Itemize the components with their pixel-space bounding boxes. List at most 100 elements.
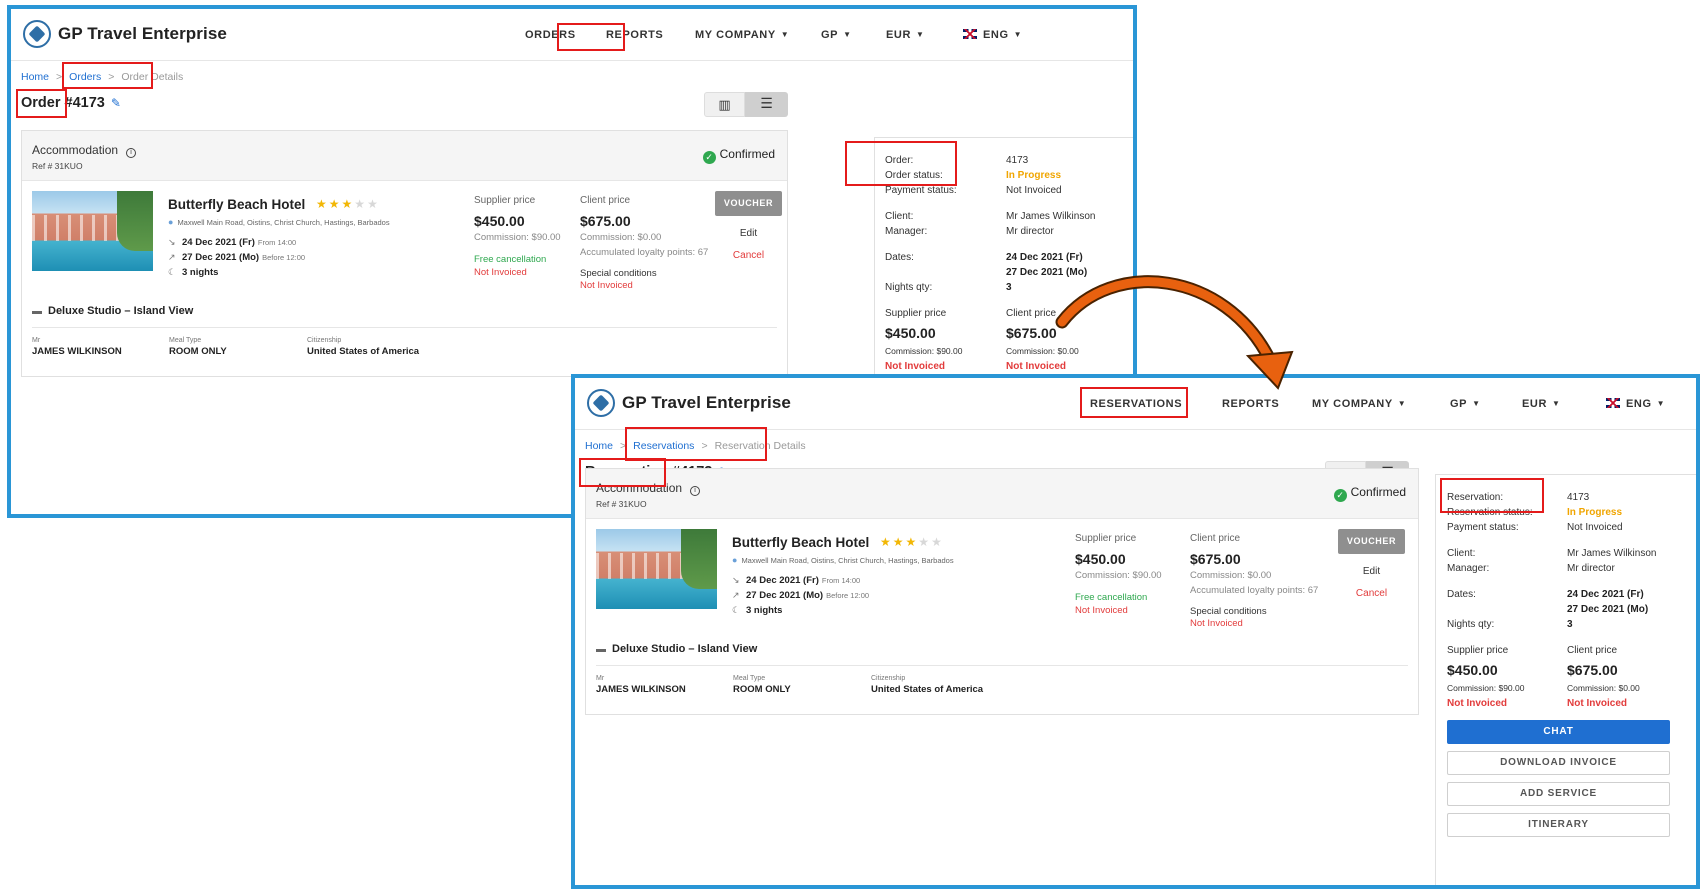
client-price-label: Client price	[1190, 533, 1241, 544]
checkin-icon: ↘	[732, 575, 740, 585]
checkout-date: ↗ 27 Dec 2021 (Mo) Before 12:00	[732, 590, 870, 601]
supplier-invoice-status: Not Invoiced	[474, 267, 527, 278]
info-icon[interactable]: i	[126, 148, 137, 158]
uk-flag-icon	[963, 29, 977, 39]
accommodation-card: Accommodation i Ref # 31KUO ✓ Confirmed Bu…	[21, 130, 788, 377]
hotel-photo[interactable]	[32, 191, 153, 271]
breadcrumb-home[interactable]: Home	[21, 71, 49, 83]
nav-reports[interactable]: REPORTS	[1222, 398, 1279, 410]
add-service-button[interactable]: ADD SERVICE	[1447, 782, 1670, 806]
nav-reports[interactable]: REPORTS	[606, 29, 663, 41]
info-icon[interactable]: i	[690, 486, 701, 496]
side-supplier-status: Not Invoiced	[1447, 698, 1508, 709]
breadcrumb: Home > Reservations > Reservation Details	[585, 440, 806, 452]
star-icon: ★	[328, 197, 342, 211]
side-supplier-label: Supplier price	[885, 308, 947, 319]
nav-currency[interactable]: EUR ▼	[886, 29, 925, 41]
section-title: Accommodation i	[596, 481, 701, 496]
nav-orders[interactable]: ORDERS	[525, 29, 576, 41]
hotel-name[interactable]: Butterfly Beach Hotel	[168, 197, 305, 212]
chat-button[interactable]: CHAT	[1447, 720, 1670, 744]
check-circle-icon: ✓	[702, 151, 716, 164]
order-label: Order:	[885, 155, 914, 166]
meal-type: ROOM ONLY	[169, 346, 227, 357]
guest-title-label: Mr	[32, 337, 41, 344]
reference-number: Ref # 31KUO	[596, 499, 647, 509]
client-name: Mr James Wilkinson	[1006, 211, 1096, 222]
hotel-address: ● Maxwell Main Road, Oistins, Christ Chur…	[732, 555, 954, 565]
hotel-photo[interactable]	[596, 529, 717, 609]
gp-logo-icon[interactable]	[587, 389, 615, 417]
checkout-date: ↗ 27 Dec 2021 (Mo) Before 12:00	[168, 252, 306, 263]
bed-icon: ▬	[32, 306, 42, 317]
nav-gp[interactable]: GP ▼	[1450, 398, 1481, 410]
page-title: Order #4173 ✎	[21, 95, 121, 111]
client-price: $675.00	[1190, 551, 1241, 567]
edit-link[interactable]: Edit	[715, 228, 782, 239]
map-view-icon[interactable]: ▥	[704, 92, 745, 117]
brand-name: GP Travel Enterprise	[622, 393, 791, 412]
date-to: 27 Dec 2021 (Mo)	[1567, 604, 1649, 615]
chevron-down-icon: ▼	[916, 30, 925, 39]
order-status: In Progress	[1006, 170, 1062, 181]
voucher-button[interactable]: VOUCHER	[715, 191, 782, 216]
nav-reservations[interactable]: RESERVATIONS	[1090, 398, 1182, 410]
edit-link[interactable]: Edit	[1338, 566, 1405, 577]
star-icon: ★	[341, 197, 355, 211]
chevron-down-icon: ▼	[1013, 30, 1023, 39]
client-commission: Commission: $0.00	[580, 232, 662, 243]
download-invoice-button[interactable]: DOWNLOAD INVOICE	[1447, 751, 1670, 775]
voucher-button[interactable]: VOUCHER	[1338, 529, 1405, 554]
room-type: ▬ Deluxe Studio – Island View	[596, 643, 758, 655]
star-icon: ★	[880, 535, 893, 549]
client-invoice-status: Not Invoiced	[580, 280, 633, 291]
date-from: 24 Dec 2021 (Fr)	[1006, 252, 1083, 263]
side-client-commission: Commission: $0.00	[1567, 683, 1640, 693]
loyalty-points: Accumulated loyalty points: 67	[580, 247, 709, 258]
dates-label: Dates:	[1447, 589, 1476, 600]
client-invoice-status: Not Invoiced	[1190, 618, 1243, 629]
edit-pencil-icon[interactable]: ✎	[111, 96, 121, 110]
breadcrumb-current: Order Details	[121, 71, 184, 83]
star-empty-icon: ★	[931, 535, 944, 549]
nav-my-company[interactable]: MY COMPANY ▼	[1312, 398, 1406, 410]
payment-status-label: Payment status:	[885, 185, 957, 196]
status-badge: ✓ Confirmed	[1333, 485, 1406, 502]
cancel-link[interactable]: Cancel	[1338, 588, 1405, 599]
nav-language[interactable]: ENG ▼	[1606, 398, 1665, 410]
nav-my-company[interactable]: MY COMPANY ▼	[695, 29, 789, 41]
bed-icon: ▬	[596, 644, 606, 655]
checkin-date: ↘ 24 Dec 2021 (Fr) From 14:00	[732, 575, 861, 586]
star-rating: ★★★★★	[880, 535, 944, 549]
reservation-summary-panel: Reservation: 4173 Reservation status: In…	[1435, 474, 1696, 885]
chevron-down-icon: ▼	[843, 30, 852, 39]
nights-qty: 3	[1567, 619, 1573, 630]
breadcrumb-orders[interactable]: Orders	[69, 71, 101, 83]
itinerary-button[interactable]: ITINERARY	[1447, 813, 1670, 837]
chevron-down-icon: ▼	[1397, 399, 1407, 408]
payment-status: Not Invoiced	[1567, 522, 1623, 533]
list-view-icon[interactable]: ☰	[745, 92, 788, 117]
reservation-details-window: GP Travel Enterprise RESERVATIONS REPORT…	[571, 374, 1700, 889]
special-conditions: Special conditions	[1190, 606, 1267, 617]
nav-currency[interactable]: EUR ▼	[1522, 398, 1561, 410]
hotel-name[interactable]: Butterfly Beach Hotel	[732, 535, 869, 550]
nav-language[interactable]: ENG ▼	[963, 29, 1022, 41]
side-client-status: Not Invoiced	[1006, 361, 1067, 372]
cancel-link[interactable]: Cancel	[715, 250, 782, 261]
date-to: 27 Dec 2021 (Mo)	[1006, 267, 1088, 278]
side-supplier-commission: Commission: $90.00	[885, 346, 963, 356]
breadcrumb-home[interactable]: Home	[585, 440, 613, 452]
gp-logo-icon[interactable]	[23, 20, 51, 48]
supplier-commission: Commission: $90.00	[474, 232, 561, 243]
chevron-down-icon: ▼	[1656, 399, 1666, 408]
reservation-label: Reservation:	[1447, 492, 1504, 503]
date-from: 24 Dec 2021 (Fr)	[1567, 589, 1644, 600]
chevron-down-icon: ▼	[780, 30, 790, 39]
star-empty-icon: ★	[367, 197, 380, 211]
breadcrumb-reservations[interactable]: Reservations	[633, 440, 694, 452]
manager-label: Manager:	[1447, 563, 1490, 574]
nav-gp[interactable]: GP ▼	[821, 29, 852, 41]
breadcrumb-current: Reservation Details	[714, 440, 806, 452]
citizenship-label: Citizenship	[871, 675, 906, 682]
